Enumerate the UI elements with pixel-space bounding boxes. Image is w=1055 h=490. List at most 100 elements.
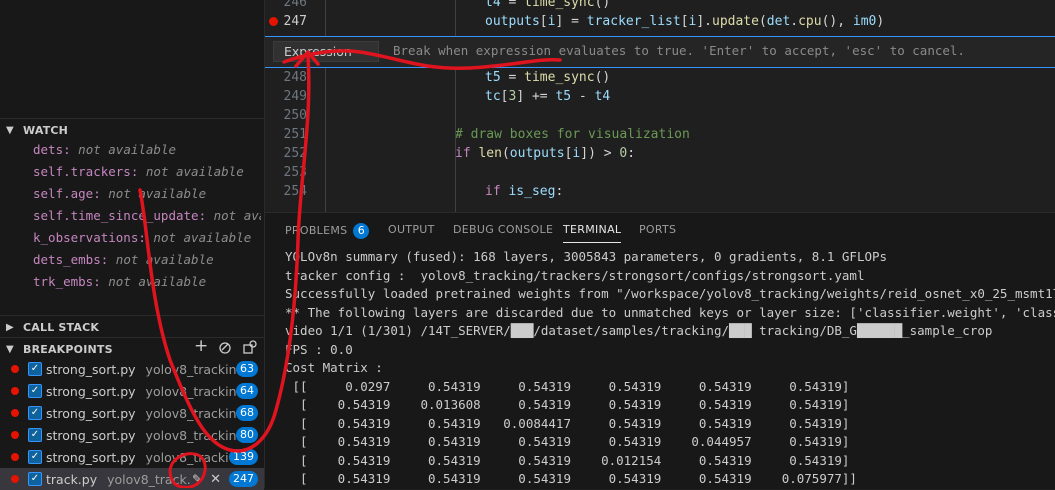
bottom-panel: PROBLEMS 6 OUTPUT DEBUG CONSOLE TERMINAL … (265, 212, 1055, 489)
code-text: t4 = time_sync() (485, 0, 610, 12)
remove-all-icon[interactable] (242, 340, 258, 360)
watch-item[interactable]: trk_embs: not available (33, 271, 261, 293)
chevron-down-icon: ⌄ (361, 44, 372, 58)
condition-expression-input[interactable]: Break when expression evaluates to true.… (393, 43, 965, 58)
code-token: update (712, 14, 759, 29)
terminal-line: YOLOv8n summary (fused): 168 layers, 300… (285, 249, 888, 264)
tab-output[interactable]: OUTPUT (388, 223, 435, 236)
code-token: ] = (555, 14, 587, 29)
line-number: 246 (283, 0, 307, 10)
breakpoint-checkbox[interactable]: ✓ (28, 472, 42, 486)
breakpoint-item[interactable]: ✓ strong_sort.py yolov8_trackin... 63 (0, 358, 264, 380)
code-line[interactable]: 251 # draw boxes for visualization (265, 125, 1055, 144)
breakpoint-path: yolov8_trackin... (145, 383, 236, 399)
chevron-right-icon: ▶ (6, 321, 14, 333)
plus-icon[interactable]: + (194, 336, 208, 356)
watch-expression: k_observations: (33, 230, 146, 245)
code-token: : (555, 184, 564, 199)
tab-problems-label: PROBLEMS (285, 224, 348, 237)
watch-section-header[interactable]: ▼ WATCH (0, 118, 264, 141)
code-token: outputs (509, 146, 565, 161)
tab-problems[interactable]: PROBLEMS 6 (285, 223, 370, 239)
watch-item[interactable]: self.age: not available (33, 183, 261, 205)
watch-value: not available (115, 252, 214, 267)
breakpoint-file: strong_sort.py (46, 383, 136, 399)
breakpoint-file: strong_sort.py (46, 427, 136, 443)
edit-icon[interactable]: ✎ (192, 472, 202, 486)
tab-terminal[interactable]: TERMINAL (563, 223, 622, 243)
watch-expression: dets_embs: (33, 252, 109, 267)
code-token: det (766, 14, 791, 29)
terminal-line: [ 0.54319 0.013608 0.54319 0.54319 0.543… (285, 397, 850, 412)
breakpoint-item[interactable]: ✓ track.py yolov8_track... ✎ ✕ 247 (0, 468, 264, 490)
terminal-line: Matches : (285, 489, 1055, 490)
line-number: 254 (283, 184, 307, 199)
breakpoint-item[interactable]: ✓ strong_sort.py yolov8_trackin... 68 (0, 402, 264, 424)
breakpoint-line-badge: 247 (229, 471, 258, 487)
watch-item[interactable]: dets_embs: not available (33, 249, 261, 271)
breakpoint-item[interactable]: ✓ strong_sort.py yolov8_trackin... 80 (0, 424, 264, 446)
call-stack-section-header[interactable]: ▶ CALL STACK (0, 315, 264, 338)
breakpoint-dot-icon (11, 431, 19, 439)
code-token: (), (821, 14, 853, 29)
code-line[interactable]: 246 t4 = time_sync() (265, 0, 1055, 12)
watch-title: WATCH (23, 123, 69, 137)
code-editor[interactable]: 246 t4 = time_sync() 247 outputs[i] = track… (265, 0, 1055, 212)
code-line[interactable]: 250 (265, 106, 1055, 125)
breakpoint-checkbox[interactable]: ✓ (28, 450, 42, 464)
condition-type-select[interactable]: Expression ⌄ (273, 41, 379, 62)
code-token: len (478, 146, 502, 161)
watch-expression: dets: (33, 142, 71, 157)
code-token: t5 (555, 89, 572, 104)
breakpoint-checkbox[interactable]: ✓ (28, 362, 42, 376)
code-line[interactable]: 247 outputs[i] = tracker_list[i].update(d… (265, 12, 1055, 31)
breakpoint-line-badge: 68 (236, 405, 258, 421)
watch-value: not available (153, 230, 252, 245)
problems-count-badge: 6 (353, 223, 370, 239)
code-line[interactable]: 249 tc[3] += t5 - t4 (265, 87, 1055, 106)
line-number: 250 (283, 108, 307, 123)
watch-item[interactable]: k_observations: not available (33, 227, 261, 249)
code-text: tc[3] += t5 - t4 (485, 87, 610, 106)
terminal-line: [ 0.54319 0.54319 0.54319 0.012154 0.543… (285, 452, 850, 468)
watch-value: not available (145, 164, 244, 179)
code-token: im0 (852, 14, 877, 29)
code-token: () (594, 70, 611, 85)
terminal-line: Cost Matrix : (285, 360, 383, 375)
code-token: ]) > (580, 146, 620, 161)
code-token: = (500, 70, 525, 85)
sidebar: ▼ WATCH dets: not available self.trackers… (0, 0, 265, 490)
tab-debug-console[interactable]: DEBUG CONSOLE (453, 223, 553, 236)
terminal-output[interactable]: YOLOv8n summary (fused): 168 layers, 300… (285, 248, 1055, 489)
watch-value: not ava (213, 208, 261, 223)
breakpoint-item[interactable]: ✓ strong_sort.py yolov8_trackin... 139 (0, 446, 264, 468)
breakpoint-checkbox[interactable]: ✓ (28, 428, 42, 442)
terminal-line: [ 0.54319 0.54319 0.54319 0.54319 0.0449… (285, 434, 850, 449)
code-token: : (627, 146, 636, 161)
close-icon[interactable]: ✕ (210, 472, 221, 487)
tab-ports[interactable]: PORTS (639, 223, 676, 236)
watch-item[interactable]: dets: not available (33, 139, 261, 161)
breakpoint-path: yolov8_trackin... (145, 449, 229, 465)
breakpoint-line-badge: 139 (229, 449, 258, 465)
terminal-line: video 1/1 (1/301) /14T_SERVER/███/datase… (285, 323, 993, 338)
terminal-line: [ 0.54319 0.54319 0.0084417 0.54319 0.54… (285, 415, 850, 431)
code-line[interactable]: 248 t5 = time_sync() (265, 68, 1055, 87)
breakpoint-line-badge: 63 (236, 361, 258, 377)
breakpoint-dot-icon (11, 365, 19, 373)
watch-expression: self.trackers: (33, 164, 139, 179)
breakpoint-checkbox[interactable]: ✓ (28, 384, 42, 398)
breakpoint-file: strong_sort.py (46, 405, 136, 421)
watch-item[interactable]: self.trackers: not available (33, 161, 261, 183)
line-number: 251 (283, 127, 307, 142)
code-line[interactable]: 254 if is_seg: (265, 182, 1055, 201)
breakpoint-checkbox[interactable]: ✓ (28, 406, 42, 420)
code-line[interactable]: 252 if len(outputs[i]) > 0: (265, 144, 1055, 163)
code-line[interactable]: 253 (265, 163, 1055, 182)
terminal-line: ** The following layers are discarded du… (285, 304, 1055, 320)
line-number: 249 (283, 89, 307, 104)
breakpoints-title: BREAKPOINTS (23, 342, 113, 356)
toggle-breakpoints-icon[interactable] (218, 340, 234, 360)
watch-item[interactable]: self.time_since_update: not ava (33, 205, 261, 227)
breakpoint-item[interactable]: ✓ strong_sort.py yolov8_trackin... 64 (0, 380, 264, 402)
